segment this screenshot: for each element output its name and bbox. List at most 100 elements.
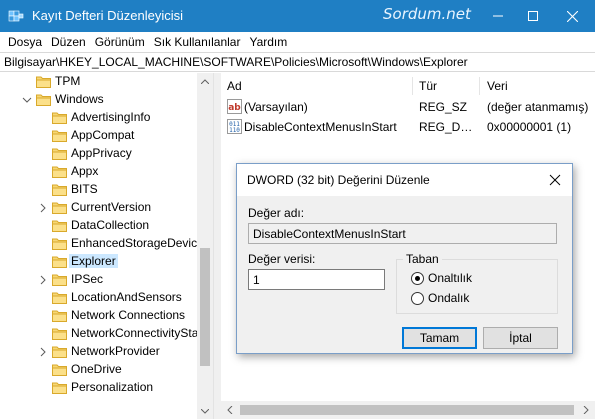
folder-icon	[52, 382, 67, 394]
chevron-down-icon[interactable]	[22, 95, 32, 105]
svg-text:ab: ab	[228, 103, 241, 113]
tree-item-label: DataCollection	[71, 218, 150, 232]
tree-item[interactable]: Windows	[0, 91, 198, 109]
folder-icon	[52, 310, 67, 322]
tree-item[interactable]: IPSec	[0, 271, 198, 289]
window-title: Kayıt Defteri Düzenleyicisi	[32, 8, 183, 23]
menu-edit[interactable]: Düzen	[47, 35, 90, 49]
tree-item-label: AdvertisingInfo	[71, 110, 151, 124]
tree-item-label: AppCompat	[71, 128, 135, 142]
folder-icon	[52, 238, 67, 250]
close-button[interactable]	[555, 0, 590, 32]
tree-item-label: EnhancedStorageDevices	[71, 236, 210, 250]
folder-icon	[52, 364, 67, 376]
tree-item[interactable]: DataCollection	[0, 217, 198, 235]
folder-icon	[52, 256, 67, 268]
value-data-input[interactable]: 1	[248, 269, 385, 290]
tree-item[interactable]: OneDrive	[0, 361, 198, 379]
column-divider[interactable]	[479, 77, 480, 95]
chevron-right-icon[interactable]	[582, 406, 590, 414]
tree-item[interactable]: Network Connections	[0, 307, 198, 325]
folder-icon	[52, 202, 67, 214]
tree-item[interactable]: LocationAndSensors	[0, 289, 198, 307]
menu-favorites[interactable]: Sık Kullanılanlar	[150, 35, 245, 49]
folder-icon	[52, 148, 67, 160]
tree-item[interactable]: TPM	[0, 73, 198, 91]
folder-icon	[52, 328, 67, 340]
hex-radio[interactable]: Onaltılık	[411, 270, 472, 286]
column-header-data[interactable]: Veri	[487, 77, 508, 95]
maximize-button[interactable]	[515, 0, 550, 32]
radio-unchecked-icon[interactable]	[411, 291, 424, 305]
folder-icon	[52, 220, 67, 232]
tree-item-label: AppPrivacy	[71, 146, 132, 160]
svg-text:110: 110	[229, 127, 240, 134]
column-header-name[interactable]: Ad	[227, 77, 242, 95]
folder-icon	[52, 166, 67, 178]
scroll-down-arrow[interactable]	[197, 403, 213, 419]
column-divider[interactable]	[412, 77, 413, 95]
minimize-button[interactable]	[480, 0, 515, 32]
chevron-right-icon[interactable]	[38, 203, 48, 213]
values-horizontal-scrollbar[interactable]	[221, 401, 595, 419]
tree-item[interactable]: BITS	[0, 181, 198, 199]
value-type: REG_DWORD	[419, 120, 475, 134]
dword-value-icon: 011 110	[227, 119, 242, 134]
tree-item[interactable]: Explorer	[0, 253, 198, 271]
menu-file[interactable]: Dosya	[4, 35, 46, 49]
cancel-button[interactable]: İptal	[483, 327, 558, 349]
tree-item-label: IPSec	[71, 272, 104, 286]
value-data: 0x00000001 (1)	[487, 120, 572, 134]
tree-item[interactable]: EnhancedStorageDevices	[0, 235, 210, 253]
tree-item-label: TPM	[55, 74, 81, 88]
radio-checked-icon[interactable]	[411, 271, 424, 285]
tree-vertical-scrollbar[interactable]	[197, 73, 213, 419]
ok-button[interactable]: Tamam	[402, 327, 477, 349]
tree-item[interactable]: AppCompat	[0, 127, 198, 145]
tree-item[interactable]: Appx	[0, 163, 198, 181]
value-data-label: Değer verisi:	[248, 252, 316, 266]
title-bar[interactable]: Kayıt Defteri Düzenleyicisi Sordum.net	[0, 0, 595, 32]
value-name-field: DisableContextMenusInStart	[248, 223, 557, 244]
tree-item[interactable]: NetworkProvider	[0, 343, 198, 361]
menu-bar: Dosya Düzen Görünüm Sık Kullanılanlar Ya…	[0, 32, 595, 52]
value-row[interactable]: 011 110 DisableContextMenusInStart REG_D…	[221, 118, 595, 136]
chevron-left-icon[interactable]	[226, 406, 234, 414]
scroll-thumb[interactable]	[200, 248, 210, 366]
dialog-close-icon[interactable]	[548, 173, 562, 187]
menu-help[interactable]: Yardım	[245, 35, 291, 49]
pane-splitter[interactable]	[213, 73, 221, 419]
dialog-title-bar[interactable]: DWORD (32 bit) Değerini Düzenle	[237, 164, 572, 196]
chevron-right-icon[interactable]	[38, 347, 48, 357]
scroll-thumb[interactable]	[240, 405, 574, 415]
key-tree[interactable]: TPM Windows AdvertisingInfo AppCompat AppPri…	[0, 73, 213, 419]
tree-item-label: Network Connections	[71, 308, 186, 322]
column-header-type[interactable]: Tür	[419, 77, 437, 95]
tree-item[interactable]: CurrentVersion	[0, 199, 198, 217]
chevron-right-icon[interactable]	[38, 275, 48, 285]
value-name: DisableContextMenusInStart	[244, 120, 397, 134]
folder-icon	[52, 274, 67, 286]
decimal-radio-label: Ondalık	[428, 291, 470, 305]
edit-dword-dialog: DWORD (32 bit) Değerini Düzenle Değer ad…	[236, 163, 573, 354]
tree-item[interactable]: Personalization	[0, 379, 198, 397]
decimal-radio[interactable]: Ondalık	[411, 290, 469, 306]
folder-icon	[52, 130, 67, 142]
folder-icon	[52, 112, 67, 124]
tree-item-label: Windows	[55, 92, 104, 106]
tree-item[interactable]: AdvertisingInfo	[0, 109, 198, 127]
tree-item[interactable]: AppPrivacy	[0, 145, 198, 163]
address-bar[interactable]: Bilgisayar\HKEY_LOCAL_MACHINE\SOFTWARE\P…	[0, 52, 595, 72]
tree-item[interactable]: NetworkConnectivityStatusIndicator	[0, 325, 213, 343]
string-value-icon: ab	[227, 99, 242, 114]
value-name-label: Değer adı:	[248, 206, 305, 220]
regedit-app-icon	[8, 10, 24, 22]
scroll-up-arrow[interactable]	[197, 73, 213, 89]
tree-item-label: Explorer	[69, 254, 118, 268]
tree-item-label: Appx	[71, 164, 99, 178]
tree-item-label: NetworkConnectivityStatusIndicator	[71, 326, 213, 340]
hex-radio-label: Onaltılık	[428, 271, 473, 285]
menu-view[interactable]: Görünüm	[91, 35, 149, 49]
tree-item-label: OneDrive	[71, 362, 122, 376]
value-row[interactable]: ab (Varsayılan) REG_SZ (değer atanmamış)	[221, 98, 595, 116]
